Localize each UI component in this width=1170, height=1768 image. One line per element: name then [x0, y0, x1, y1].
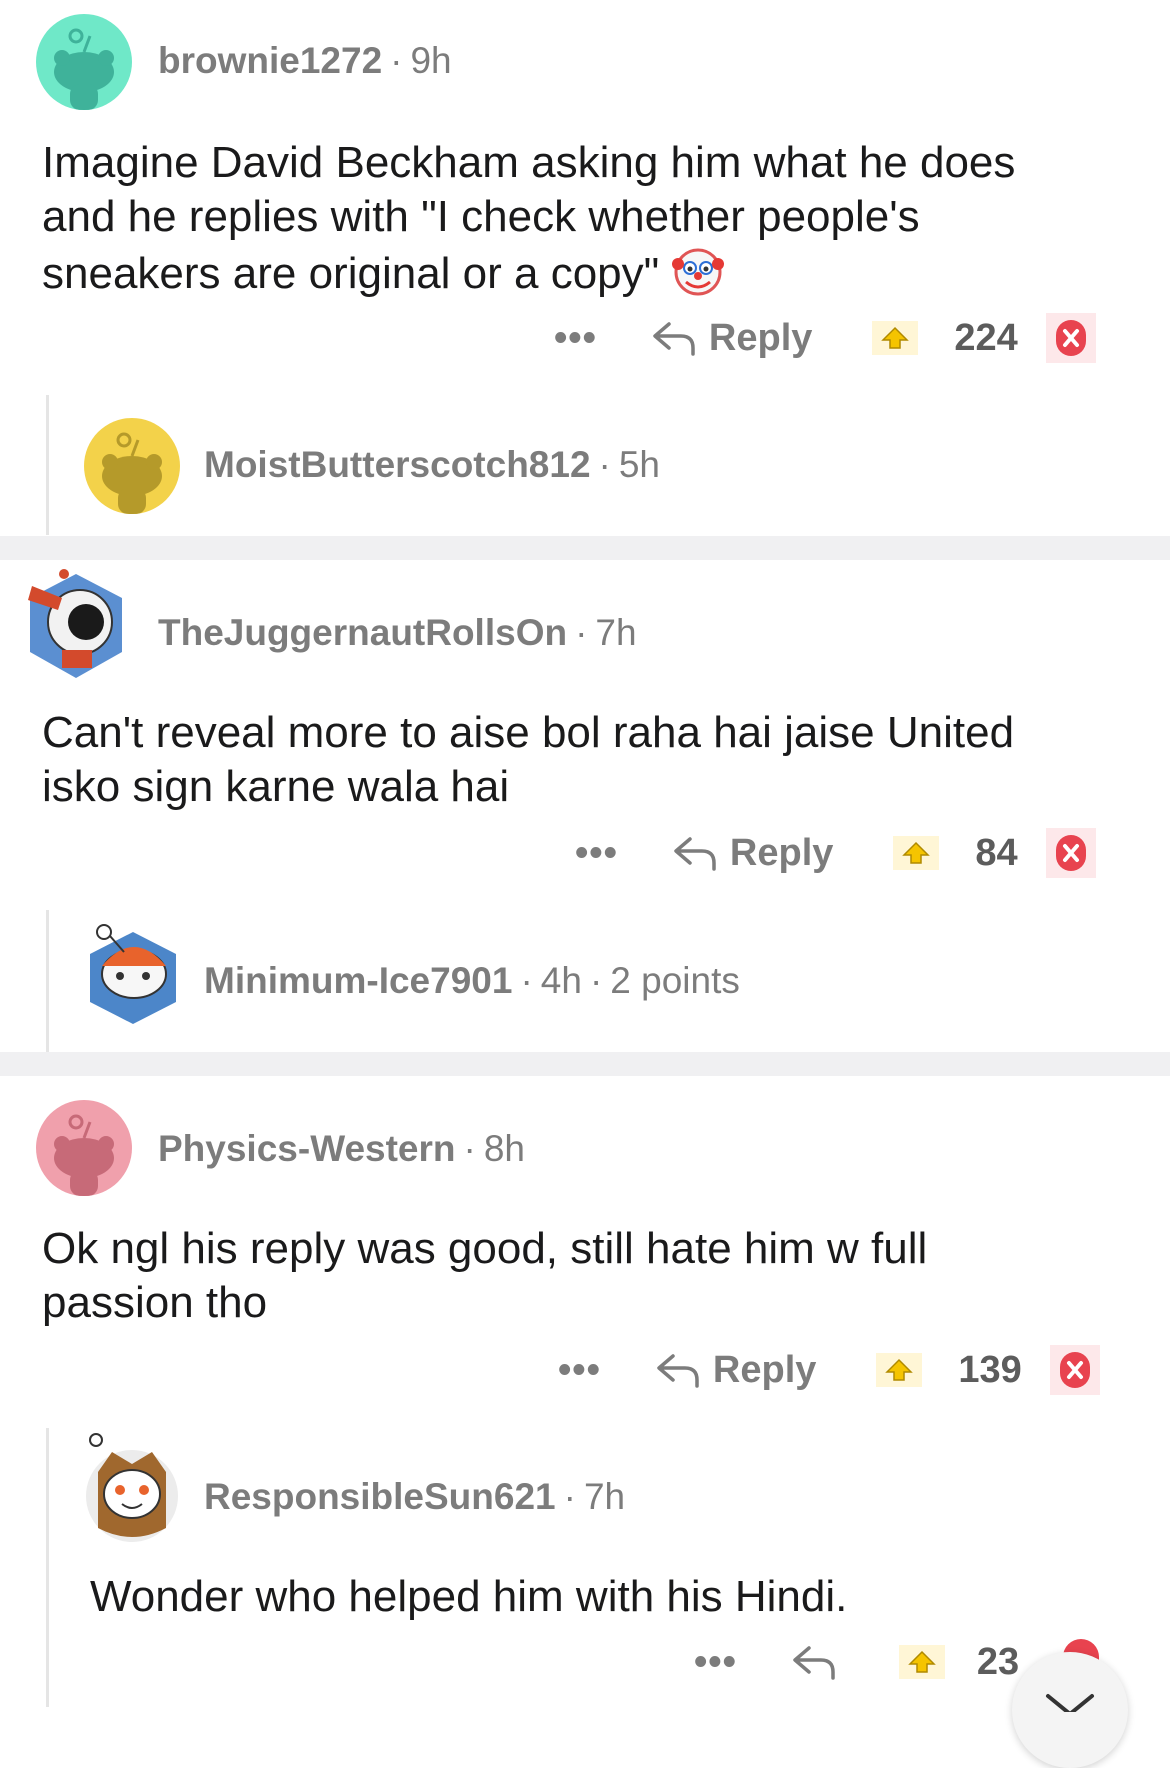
vote-count: 224 — [954, 316, 1018, 359]
vote-count: 84 — [975, 831, 1018, 874]
comment-meta: Physics-Western · 8h — [158, 1128, 525, 1169]
snoo-avatar-icon — [102, 432, 162, 514]
comment-separator — [0, 1052, 1170, 1076]
reply-button[interactable]: Reply — [651, 317, 812, 360]
comment-actions: ••• Reply 139 — [558, 1340, 1100, 1400]
reply-button[interactable]: Reply — [672, 832, 833, 875]
more-options-button[interactable]: ••• — [554, 317, 597, 360]
avatar[interactable] — [84, 1432, 180, 1546]
reply-arrow-icon — [674, 837, 716, 871]
avatar[interactable] — [36, 14, 132, 110]
comment-actions: ••• Reply 224 — [554, 308, 1096, 368]
timestamp: 5h — [618, 444, 661, 485]
comment-meta: ResponsibleSun621 · 7h — [204, 1476, 626, 1517]
comment-meta: MoistButterscotch812 · 5h — [204, 444, 661, 485]
thread-line[interactable] — [46, 395, 49, 535]
downvote-icon[interactable] — [1049, 1345, 1100, 1395]
upvote-icon[interactable] — [893, 836, 940, 870]
username[interactable]: Minimum-Ice7901 — [204, 960, 512, 1001]
comment-meta: Minimum-Ice7901 · 4h · 2 points — [204, 960, 740, 1001]
upvote-icon[interactable] — [898, 1645, 945, 1679]
username[interactable]: MoistButterscotch812 — [204, 444, 591, 485]
snoo-avatar-icon — [90, 924, 176, 1024]
owl-avatar-icon — [86, 1433, 178, 1542]
comment-text: Can't reveal more to aise bol raha hai j… — [42, 708, 1015, 811]
comment-meta: brownie1272 · 9h — [158, 40, 452, 81]
comment-text: Imagine David Beckham asking him what he… — [42, 138, 1016, 298]
reply-button[interactable]: Reply — [655, 1349, 816, 1392]
vote-count: 139 — [958, 1348, 1022, 1391]
comment-text: Ok ngl his reply was good, still hate hi… — [42, 1224, 928, 1327]
comment-actions: ••• Reply 84 — [575, 823, 1096, 883]
comment-text: Wonder who helped him with his Hindi. — [90, 1572, 848, 1621]
snoo-avatar-icon — [54, 1114, 114, 1196]
clown-face-icon — [671, 244, 724, 296]
downvote-icon[interactable] — [1045, 313, 1096, 363]
timestamp: 7h — [583, 1476, 626, 1517]
points: 2 points — [610, 960, 740, 1001]
avatar[interactable] — [84, 918, 182, 1028]
more-options-button[interactable]: ••• — [558, 1349, 601, 1392]
reply-arrow-icon — [657, 1354, 699, 1388]
username[interactable]: TheJuggernautRollsOn — [158, 612, 567, 653]
chevron-down-icon — [1046, 1694, 1094, 1717]
timestamp: 4h — [540, 960, 582, 1001]
more-options-button[interactable]: ••• — [575, 832, 618, 875]
upvote-icon[interactable] — [876, 1353, 923, 1387]
downvote-icon[interactable] — [1045, 828, 1096, 878]
snoo-avatar-icon — [54, 28, 114, 110]
reply-arrow-icon — [653, 322, 695, 356]
avatar[interactable] — [84, 418, 180, 514]
thread-line[interactable] — [46, 1428, 49, 1707]
avatar[interactable] — [22, 566, 130, 682]
thread-line[interactable] — [46, 910, 49, 1052]
robot-avatar-icon — [28, 569, 122, 678]
timestamp: 8h — [483, 1128, 525, 1169]
more-options-button[interactable]: ••• — [694, 1641, 737, 1684]
username[interactable]: brownie1272 — [158, 40, 382, 81]
comment-meta: TheJuggernautRollsOn · 7h — [158, 612, 637, 653]
username[interactable]: Physics-Western — [158, 1128, 456, 1169]
reply-arrow-icon — [793, 1646, 835, 1680]
timestamp: 7h — [595, 612, 637, 653]
comment-separator — [0, 536, 1170, 560]
avatar[interactable] — [36, 1100, 132, 1196]
username[interactable]: ResponsibleSun621 — [204, 1476, 556, 1517]
reply-button[interactable] — [791, 1642, 849, 1682]
scroll-down-button[interactable] — [1012, 1652, 1128, 1768]
comment-actions: ••• 23 — [694, 1632, 1019, 1692]
timestamp: 9h — [410, 40, 452, 81]
upvote-icon[interactable] — [872, 321, 919, 355]
